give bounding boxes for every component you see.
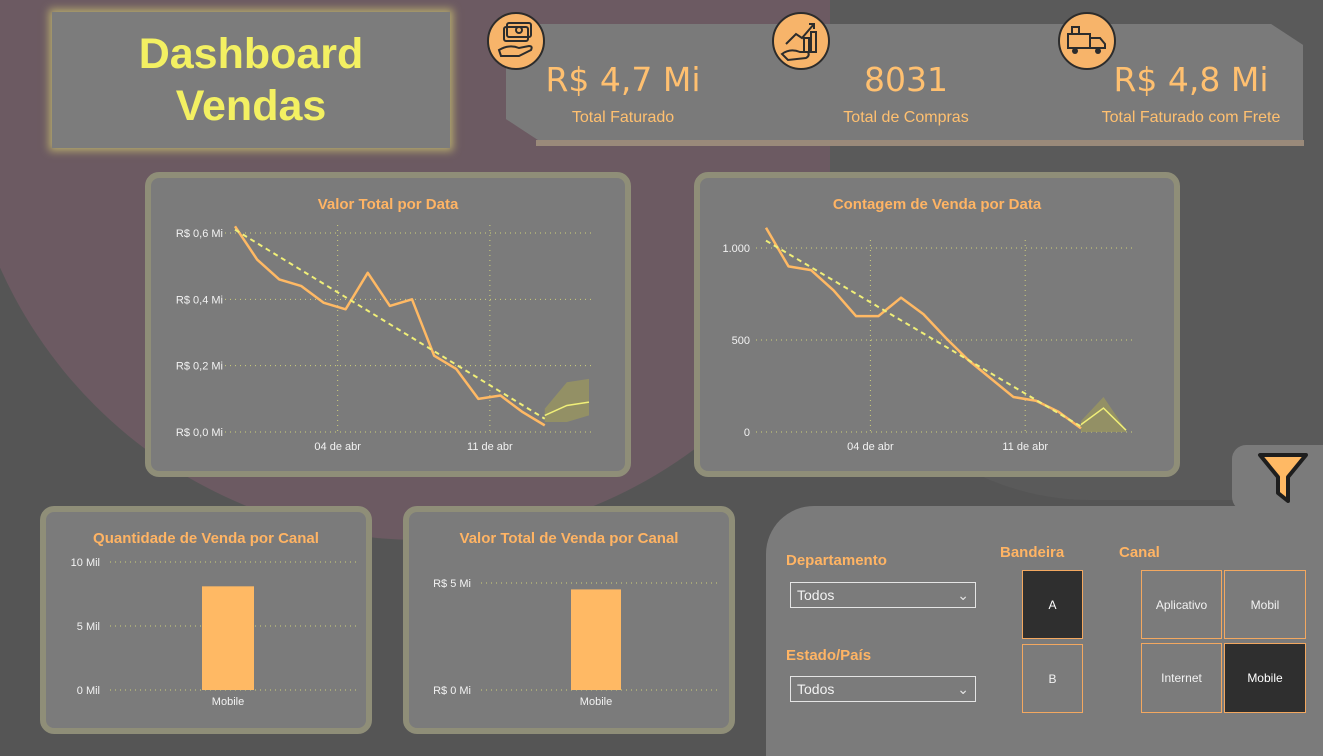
- y-tick-label: 10 Mil: [71, 557, 100, 569]
- y-tick-label: R$ 0,0 Mi: [176, 427, 223, 439]
- bar-chart-valor-panel: Valor Total de Venda por Canal R$ 0 Mi R$…: [403, 506, 735, 734]
- departamento-label: Departamento: [786, 552, 887, 569]
- departamento-dropdown[interactable]: Todos ⌄: [790, 582, 976, 608]
- x-tick-label: 11 de abr: [1002, 441, 1048, 453]
- canal-option-internet[interactable]: Internet: [1141, 643, 1222, 713]
- forecast-band: [544, 378, 589, 423]
- departamento-value: Todos: [797, 587, 835, 603]
- kpi-total-compras: 8031 Total de Compras: [806, 24, 1006, 127]
- canal-label: Canal: [1119, 544, 1160, 561]
- x-tick-label: Mobile: [212, 696, 244, 708]
- line-chart-valor-total-panel: Valor Total por Data R$ 0,0 Mi R$ 0,2 Mi R…: [145, 172, 631, 477]
- y-tick-label: 0 Mil: [77, 685, 100, 697]
- kpi-label: Total de Compras: [843, 109, 969, 126]
- option-label: Mobil: [1250, 597, 1280, 612]
- y-tick-label: R$ 5 Mi: [433, 578, 471, 590]
- chevron-down-icon: ⌄: [957, 587, 969, 603]
- chevron-down-icon: ⌄: [957, 681, 969, 697]
- kpi-value: R$ 4,8 Mi: [1113, 60, 1269, 99]
- kpi-label: Total Faturado: [571, 109, 675, 126]
- line-chart-valor-total: R$ 0,0 Mi R$ 0,2 Mi R$ 0,4 Mi R$ 0,6 Mi 04 d…: [176, 225, 595, 453]
- canal-option-aplicativo[interactable]: Aplicativo: [1141, 570, 1222, 639]
- kpi-strip-shadow: [536, 140, 1304, 146]
- option-label: B: [1048, 671, 1057, 686]
- forecast-band: [1081, 397, 1126, 432]
- y-tick-label: R$ 0,6 Mi: [176, 228, 223, 240]
- funnel-icon: [1258, 453, 1308, 503]
- bar: [202, 586, 254, 690]
- kpi-total-faturado: R$ 4,7 Mi Total Faturado: [528, 24, 718, 127]
- series-line: [233, 225, 546, 427]
- x-tick-label: 04 de abr: [314, 441, 361, 453]
- estado-value: Todos: [797, 681, 835, 697]
- trend-line: [765, 239, 1082, 428]
- option-label: Internet: [1161, 671, 1202, 685]
- y-tick-label: R$ 0,2 Mi: [176, 361, 223, 373]
- bandeira-option-a[interactable]: A: [1022, 570, 1083, 639]
- x-tick-label: 04 de abr: [847, 441, 894, 453]
- y-tick-label: R$ 0,4 Mi: [176, 294, 223, 306]
- kpi-total-frete: R$ 4,8 Mi Total Faturado com Frete: [1086, 24, 1296, 127]
- canal-option-mobile[interactable]: Mobile: [1224, 643, 1306, 713]
- kpi-value: 8031: [864, 60, 948, 99]
- bandeira-option-b[interactable]: B: [1022, 644, 1083, 713]
- option-label: Mobile: [1247, 671, 1283, 685]
- delivery-truck-icon: [1058, 12, 1116, 70]
- bar-chart-valor: R$ 0 Mi R$ 5 Mi Mobile: [433, 578, 719, 708]
- y-tick-label: 1.000: [722, 243, 750, 255]
- growth-hand-icon: [772, 12, 830, 70]
- canal-option-mobil[interactable]: Mobil: [1224, 570, 1306, 639]
- title-line-2: Vendas: [175, 82, 327, 130]
- filter-toggle-button[interactable]: [1232, 445, 1323, 511]
- kpi-value: R$ 4,7 Mi: [545, 60, 701, 99]
- bar-chart-quantidade: 0 Mil 5 Mil 10 Mil Mobile: [71, 557, 356, 708]
- bar: [571, 589, 621, 690]
- estado-label: Estado/País: [786, 647, 872, 664]
- bandeira-label: Bandeira: [1000, 544, 1065, 561]
- x-tick-label: Mobile: [580, 696, 612, 708]
- y-tick-label: 5 Mil: [77, 621, 100, 633]
- estado-dropdown[interactable]: Todos ⌄: [790, 676, 976, 702]
- line-chart-contagem-panel: Contagem de Venda por Data 0 500 1.000 04 d…: [694, 172, 1180, 477]
- bar-chart-quantidade-panel: Quantidade de Venda por Canal 0 Mil 5 Mil…: [40, 506, 372, 734]
- option-label: A: [1048, 597, 1057, 612]
- trend-line: [234, 228, 546, 420]
- option-label: Aplicativo: [1155, 597, 1208, 612]
- line-chart-contagem: 0 500 1.000 04 de abr 11 de abr: [722, 227, 1132, 453]
- money-hand-icon: [487, 12, 545, 70]
- x-tick-label: 11 de abr: [467, 441, 513, 453]
- y-tick-label: 500: [732, 335, 750, 347]
- y-tick-label: R$ 0 Mi: [433, 685, 471, 697]
- y-tick-label: 0: [744, 427, 750, 439]
- kpi-label: Total Faturado com Frete: [1101, 109, 1281, 126]
- dashboard-title: Dashboard Vendas: [52, 12, 450, 148]
- title-line-1: Dashboard: [138, 30, 364, 78]
